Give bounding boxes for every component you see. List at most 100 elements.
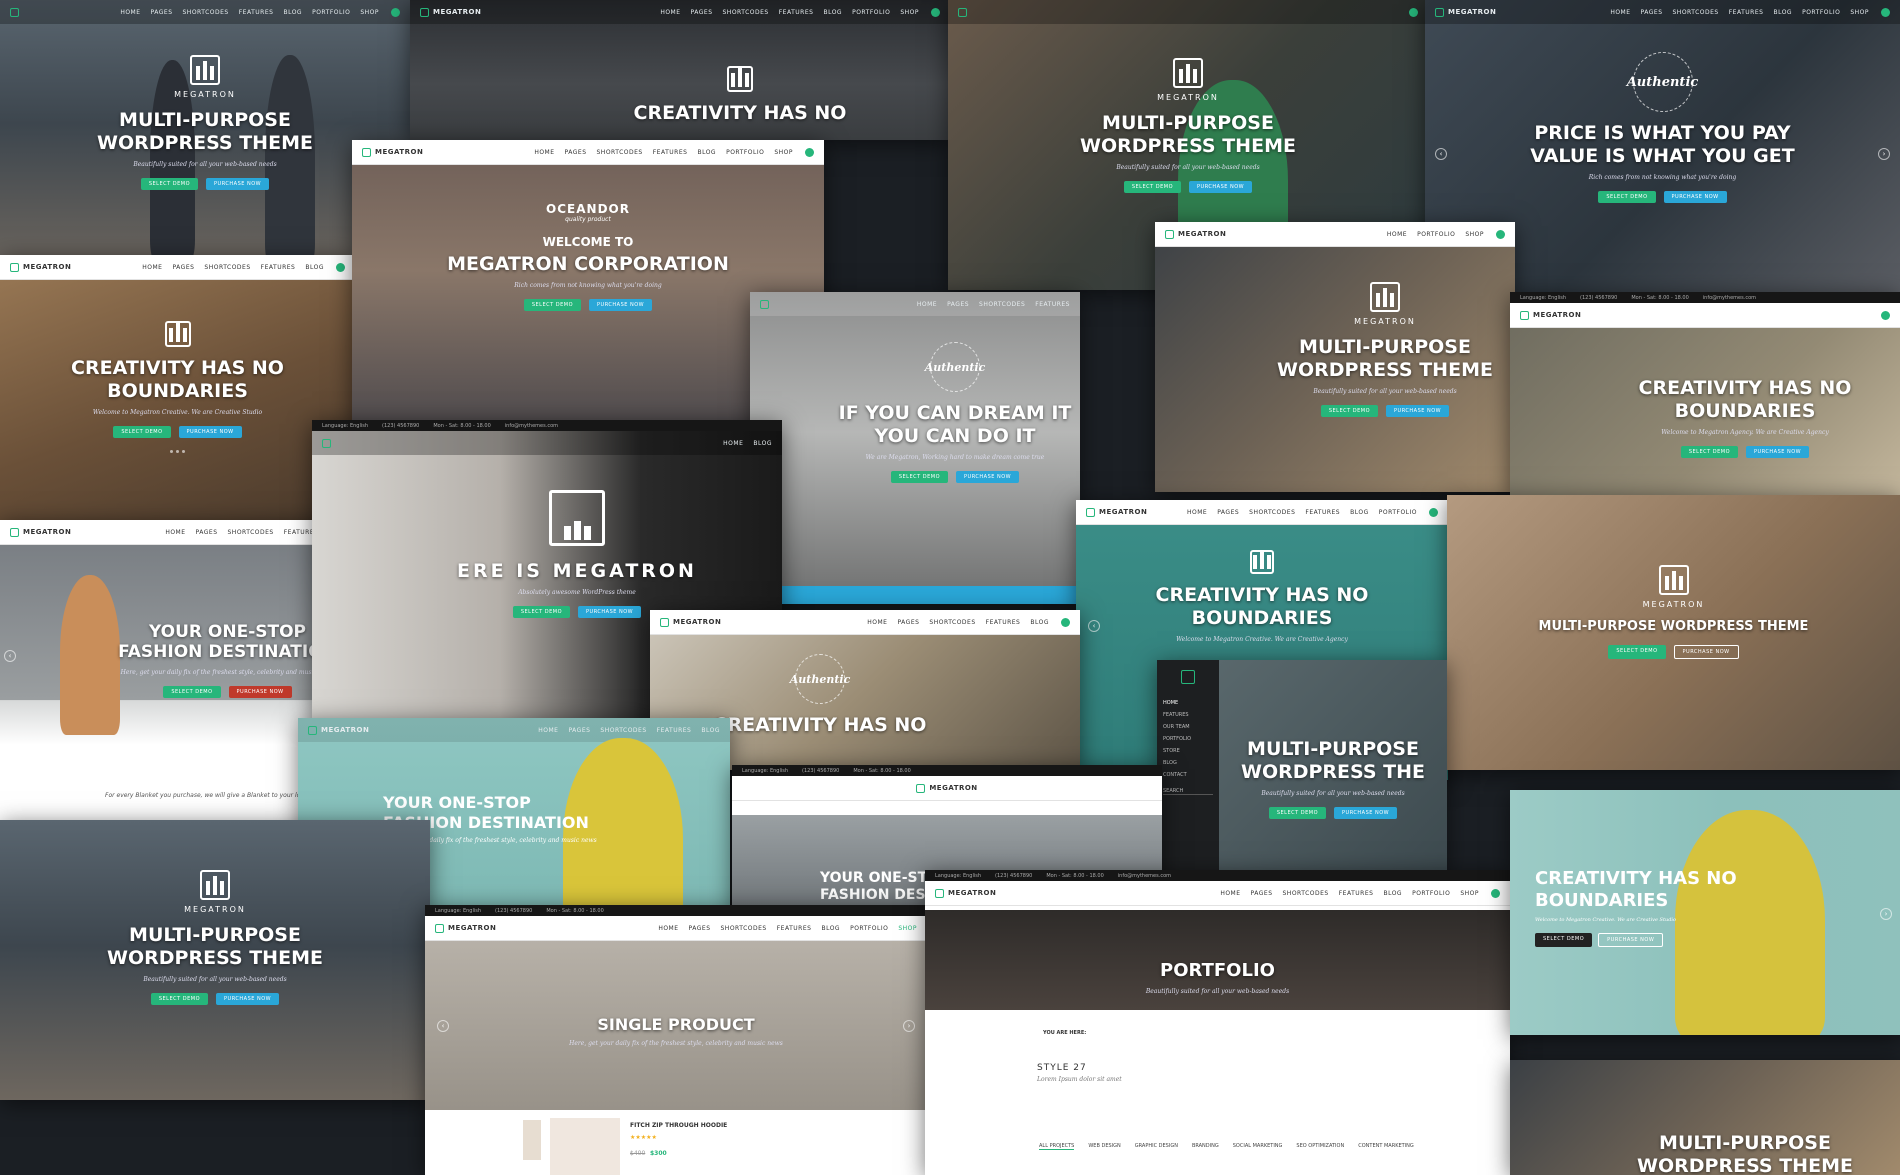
slider-prev-arrow[interactable]: ‹ bbox=[4, 650, 16, 662]
nav-home[interactable]: HOME bbox=[1187, 509, 1207, 516]
nav-shop[interactable]: SHOP bbox=[774, 149, 793, 156]
nav-home[interactable]: HOME bbox=[1610, 9, 1630, 16]
nav-home[interactable]: HOME bbox=[142, 264, 162, 271]
slider-next-arrow[interactable]: › bbox=[1878, 147, 1890, 160]
nav-pages[interactable]: PAGES bbox=[947, 301, 969, 308]
cart-icon[interactable] bbox=[1496, 229, 1505, 239]
nav-home[interactable]: HOME bbox=[534, 149, 554, 156]
nav-portfolio[interactable]: PORTFOLIO bbox=[850, 925, 888, 932]
megatron-logo[interactable]: MEGATRON bbox=[435, 923, 496, 933]
nav-features[interactable]: FEATURES bbox=[1035, 301, 1070, 308]
nav-features[interactable]: FEATURES bbox=[1305, 509, 1340, 516]
megatron-logo[interactable]: MEGATRON bbox=[1520, 310, 1581, 320]
nav-blog[interactable]: BLOG bbox=[753, 440, 772, 447]
cart-icon[interactable] bbox=[1061, 617, 1070, 627]
megatron-logo[interactable] bbox=[10, 7, 19, 17]
nav-home[interactable]: HOME bbox=[867, 619, 887, 626]
nav-pages[interactable]: PAGES bbox=[689, 925, 711, 932]
megatron-logo[interactable] bbox=[322, 438, 331, 448]
nav-pages[interactable]: PAGES bbox=[568, 727, 590, 734]
purchase-button[interactable]: PURCHASE NOW bbox=[1598, 933, 1664, 948]
nav-pages[interactable]: PAGES bbox=[897, 619, 919, 626]
slider-prev-arrow[interactable]: ‹ bbox=[1435, 147, 1447, 160]
select-demo-button[interactable]: SELECT DEMO bbox=[163, 685, 221, 698]
cart-icon[interactable] bbox=[391, 7, 400, 17]
megatron-logo[interactable]: MEGATRON bbox=[10, 527, 71, 537]
purchase-button[interactable]: PURCHASE NOW bbox=[216, 992, 280, 1005]
nav-shortcodes[interactable]: SHORTCODES bbox=[597, 149, 643, 156]
select-demo-button[interactable]: SELECT DEMO bbox=[1598, 190, 1656, 203]
nav-home[interactable]: HOME bbox=[538, 727, 558, 734]
slider-dots[interactable] bbox=[0, 449, 355, 453]
nav-shortcodes[interactable]: SHORTCODES bbox=[1249, 509, 1295, 516]
nav-blog[interactable]: BLOG bbox=[1030, 619, 1049, 626]
product-thumbnail[interactable] bbox=[523, 1120, 541, 1160]
megatron-logo[interactable]: MEGATRON bbox=[362, 147, 423, 157]
nav-pages[interactable]: PAGES bbox=[172, 264, 194, 271]
purchase-button[interactable]: PURCHASE NOW bbox=[228, 685, 292, 698]
megatron-logo[interactable]: MEGATRON bbox=[1086, 507, 1147, 517]
megatron-logo[interactable]: MEGATRON bbox=[660, 617, 721, 627]
product-name[interactable]: FITCH ZIP THROUGH HOODIE bbox=[630, 1122, 727, 1129]
menu-features[interactable]: FEATURES bbox=[1163, 712, 1213, 718]
nav-features[interactable]: FEATURES bbox=[777, 925, 812, 932]
megatron-logo[interactable]: MEGATRON bbox=[10, 262, 71, 272]
purchase-button[interactable]: PURCHASE NOW bbox=[1334, 806, 1398, 819]
nav-shop[interactable]: SHOP bbox=[360, 9, 379, 16]
select-demo-button[interactable]: SELECT DEMO bbox=[113, 425, 171, 438]
cart-icon[interactable] bbox=[1881, 310, 1890, 320]
nav-home[interactable]: HOME bbox=[165, 529, 185, 536]
nav-shortcodes[interactable]: SHORTCODES bbox=[228, 529, 274, 536]
nav-pages[interactable]: PAGES bbox=[565, 149, 587, 156]
nav-features[interactable]: FEATURES bbox=[657, 727, 692, 734]
filter-web-design[interactable]: WEB DESIGN bbox=[1088, 1143, 1120, 1150]
contact-email[interactable]: info@mythemes.com bbox=[1703, 295, 1756, 301]
nav-blog[interactable]: BLOG bbox=[305, 264, 324, 271]
slider-prev-arrow[interactable]: ‹ bbox=[1088, 620, 1100, 632]
select-demo-button[interactable]: SELECT DEMO bbox=[150, 992, 209, 1005]
product-image[interactable] bbox=[550, 1118, 620, 1175]
nav-shop[interactable]: SHOP bbox=[1850, 9, 1869, 16]
nav-blog[interactable]: BLOG bbox=[1383, 890, 1402, 897]
megatron-logo[interactable]: MEGATRON bbox=[308, 725, 369, 735]
select-demo-button[interactable]: SELECT DEMO bbox=[140, 177, 199, 190]
nav-home[interactable]: HOME bbox=[120, 9, 140, 16]
nav-shop[interactable]: SHOP bbox=[900, 9, 919, 16]
menu-store[interactable]: STORE bbox=[1163, 748, 1213, 754]
nav-features[interactable]: FEATURES bbox=[1729, 9, 1764, 16]
nav-shortcodes[interactable]: SHORTCODES bbox=[600, 727, 646, 734]
language-select[interactable]: Language: English bbox=[1520, 295, 1566, 301]
nav-shortcodes[interactable]: SHORTCODES bbox=[723, 9, 769, 16]
filter-social-marketing[interactable]: SOCIAL MARKETING bbox=[1233, 1143, 1283, 1150]
nav-portfolio[interactable]: PORTFOLIO bbox=[852, 9, 890, 16]
nav-portfolio[interactable]: PORTFOLIO bbox=[1412, 890, 1450, 897]
menu-blog[interactable]: BLOG bbox=[1163, 760, 1213, 766]
nav-portfolio[interactable]: PORTFOLIO bbox=[1802, 9, 1840, 16]
select-demo-button[interactable]: SELECT DEMO bbox=[1608, 644, 1666, 659]
megatron-logo[interactable]: MEGATRON bbox=[916, 783, 977, 793]
cart-icon[interactable] bbox=[1429, 507, 1438, 517]
language-select[interactable]: Language: English bbox=[935, 873, 981, 879]
megatron-logo[interactable]: MEGATRON bbox=[935, 888, 996, 898]
cart-icon[interactable] bbox=[1409, 7, 1418, 17]
language-select[interactable]: Language: English bbox=[322, 423, 368, 429]
cart-icon[interactable] bbox=[805, 147, 814, 157]
nav-pages[interactable]: PAGES bbox=[196, 529, 218, 536]
purchase-button[interactable]: PURCHASE NOW bbox=[578, 605, 642, 618]
slider-next-arrow[interactable]: › bbox=[903, 1020, 915, 1032]
nav-shortcodes[interactable]: SHORTCODES bbox=[929, 619, 975, 626]
select-demo-button[interactable]: SELECT DEMO bbox=[890, 470, 949, 483]
nav-shortcodes[interactable]: SHORTCODES bbox=[204, 264, 250, 271]
filter-seo-optimization[interactable]: SEO OPTIMIZATION bbox=[1296, 1143, 1344, 1150]
nav-blog[interactable]: BLOG bbox=[821, 925, 840, 932]
nav-pages[interactable]: PAGES bbox=[691, 9, 713, 16]
nav-home[interactable]: HOME bbox=[660, 9, 680, 16]
nav-features[interactable]: FEATURES bbox=[261, 264, 296, 271]
nav-features[interactable]: FEATURES bbox=[1339, 890, 1374, 897]
nav-blog[interactable]: BLOG bbox=[283, 9, 302, 16]
megatron-logo[interactable]: MEGATRON bbox=[420, 7, 481, 17]
nav-home[interactable]: HOME bbox=[658, 925, 678, 932]
slider-next-arrow[interactable]: › bbox=[1880, 908, 1892, 920]
cart-icon[interactable] bbox=[1881, 7, 1890, 17]
select-demo-button[interactable]: SELECT DEMO bbox=[1123, 180, 1182, 193]
